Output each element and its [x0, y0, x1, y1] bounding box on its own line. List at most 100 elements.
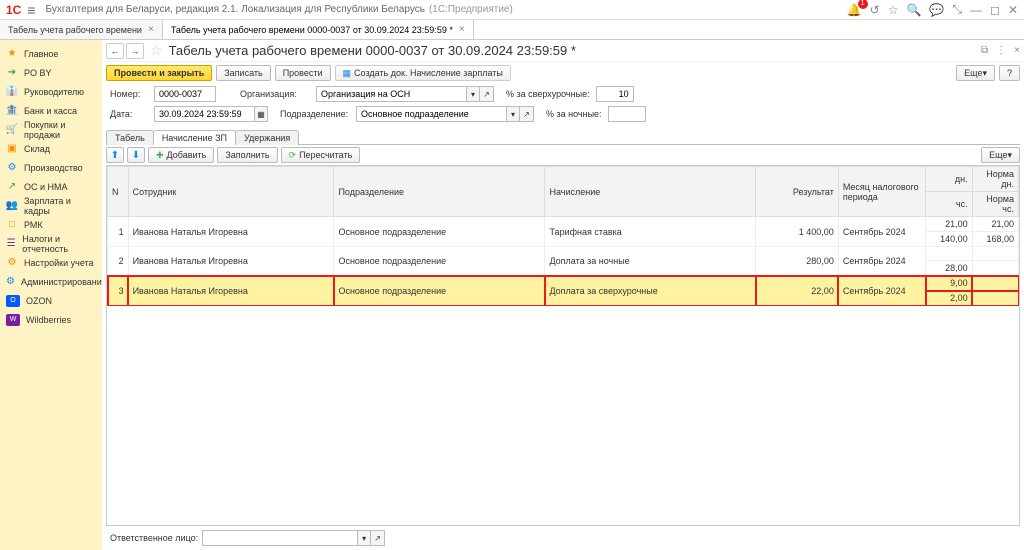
forward-button[interactable]: →: [126, 43, 144, 59]
minimize-icon[interactable]: —: [970, 3, 982, 17]
org-field[interactable]: [316, 86, 466, 102]
col-dept[interactable]: Подразделение: [334, 167, 545, 217]
chat-icon[interactable]: 💬: [929, 3, 944, 17]
plus-icon: ✚: [156, 150, 164, 161]
bell-icon[interactable]: 🔔1: [847, 3, 862, 17]
open-ref-icon[interactable]: ↗: [371, 530, 385, 546]
doc-close-icon[interactable]: ×: [1014, 45, 1020, 56]
dropdown-icon[interactable]: ▾: [357, 530, 371, 546]
table-row[interactable]: 3Иванова Наталья ИгоревнаОсновное подраз…: [108, 276, 1019, 291]
sidebar-item-9[interactable]: □ РМК: [0, 215, 102, 234]
close-icon[interactable]: ✕: [1008, 3, 1018, 17]
add-row-button[interactable]: ✚Добавить: [148, 147, 214, 163]
more-button[interactable]: Еще ▾: [956, 65, 995, 81]
col-norm-dn[interactable]: Норма дн.: [972, 167, 1018, 192]
sidebar-label: Покупки и продажи: [24, 120, 96, 140]
open-window-icon[interactable]: ⧉: [981, 45, 988, 56]
col-chs[interactable]: чс.: [926, 192, 972, 217]
sidebar-item-8[interactable]: 👥Зарплата и кадры: [0, 196, 102, 215]
responsible-field[interactable]: [202, 530, 357, 546]
table-row[interactable]: 2Иванова Наталья ИгоревнаОсновное подраз…: [108, 247, 1019, 261]
sidebar-label: Склад: [24, 144, 50, 154]
col-employee[interactable]: Сотрудник: [128, 167, 334, 217]
sidebar-icon: ⚙: [6, 162, 18, 174]
col-n[interactable]: N: [108, 167, 129, 217]
back-button[interactable]: ←: [106, 43, 124, 59]
doc-tab-0[interactable]: Табель учета рабочего времени ×: [0, 20, 163, 39]
help-button[interactable]: ?: [999, 65, 1020, 81]
sidebar-item-11[interactable]: ⚙Настройки учета: [0, 253, 102, 272]
table-more-button[interactable]: Еще ▾: [981, 147, 1020, 163]
dropdown-icon[interactable]: ▾: [506, 106, 520, 122]
doc-tab-1[interactable]: Табель учета рабочего времени 0000-0037 …: [163, 20, 474, 39]
night-field[interactable]: [608, 106, 646, 122]
sidebar-icon: 🛒: [6, 124, 18, 136]
tab-close-icon[interactable]: ×: [148, 24, 154, 35]
post-close-button[interactable]: Провести и закрыть: [106, 65, 212, 81]
col-dn[interactable]: дн.: [926, 167, 972, 192]
move-up-button[interactable]: ⬆: [106, 147, 124, 163]
dept-label: Подразделение:: [280, 109, 350, 119]
history-icon[interactable]: ↺: [870, 3, 880, 17]
sidebar-label: OZON: [26, 296, 52, 306]
post-button[interactable]: Провести: [275, 65, 331, 81]
sidebar-label: Зарплата и кадры: [24, 196, 96, 216]
sidebar-item-1[interactable]: ➔ PO BY: [0, 63, 102, 82]
recalc-button[interactable]: ⟳Пересчитать: [281, 147, 361, 163]
subtab-withholding[interactable]: Удержания: [235, 130, 299, 145]
write-button[interactable]: Записать: [216, 65, 270, 81]
sidebar-item-10[interactable]: ☰ Налоги и отчетность: [0, 234, 102, 253]
col-norm-chs[interactable]: Норма чс.: [972, 192, 1018, 217]
app-logo: 1C: [6, 3, 21, 17]
sidebar-item-3[interactable]: 🏦Банк и касса: [0, 101, 102, 120]
overtime-field[interactable]: [596, 86, 634, 102]
favorite-icon[interactable]: ☆: [150, 42, 163, 59]
dropdown-icon[interactable]: ▾: [466, 86, 480, 102]
sidebar-label: Налоги и отчетность: [22, 234, 96, 254]
sidebar-item-4[interactable]: 🛒 Покупки и продажи: [0, 120, 102, 139]
open-ref-icon[interactable]: ↗: [520, 106, 534, 122]
sidebar-item-7[interactable]: ↗ОС и НМА: [0, 177, 102, 196]
col-result[interactable]: Результат: [756, 167, 838, 217]
collapse-icon[interactable]: ⤡: [952, 2, 962, 17]
sidebar-item-14[interactable]: WWildberries: [0, 310, 102, 329]
number-field[interactable]: [154, 86, 216, 102]
sidebar-icon: ☰: [6, 238, 16, 250]
sidebar-label: ОС и НМА: [24, 182, 68, 192]
star-icon[interactable]: ☆: [888, 3, 899, 17]
col-accrual[interactable]: Начисление: [545, 167, 756, 217]
sidebar-icon: 👔: [6, 86, 18, 98]
sidebar-label: PO BY: [24, 68, 52, 78]
date-field[interactable]: [154, 106, 254, 122]
sidebar-item-12[interactable]: ⚙Администрирование: [0, 272, 102, 291]
subtab-accrual[interactable]: Начисление ЗП: [153, 130, 236, 145]
sidebar-icon: ➔: [6, 67, 18, 79]
create-doc-icon: ▦: [343, 68, 352, 79]
doc-menu-icon[interactable]: ⋮: [996, 45, 1006, 56]
burger-icon[interactable]: ≡: [27, 2, 35, 18]
subtab-timesheet[interactable]: Табель: [106, 130, 154, 145]
open-ref-icon[interactable]: ↗: [480, 86, 494, 102]
sidebar-item-0[interactable]: ★Главное: [0, 44, 102, 63]
maximize-icon[interactable]: ◻: [990, 3, 1000, 17]
col-period[interactable]: Месяц налогового периода: [838, 167, 925, 217]
org-label: Организация:: [240, 89, 310, 99]
sidebar-icon: ⚙: [6, 276, 15, 288]
move-down-button[interactable]: ⬇: [127, 147, 145, 163]
dept-field[interactable]: [356, 106, 506, 122]
sidebar-item-5[interactable]: ▣Склад: [0, 139, 102, 158]
sidebar-label: РМК: [24, 220, 43, 230]
tab-close-icon[interactable]: ×: [459, 24, 465, 35]
overtime-label: % за сверхурочные:: [506, 89, 590, 99]
sidebar-item-2[interactable]: 👔Руководителю: [0, 82, 102, 101]
create-salary-doc-button[interactable]: ▦ Создать док. Начисление зарплаты: [335, 65, 511, 81]
table-row[interactable]: 1Иванова Наталья ИгоревнаОсновное подраз…: [108, 217, 1019, 232]
search-icon[interactable]: 🔍: [906, 3, 921, 17]
sidebar-item-13[interactable]: OOZON: [0, 291, 102, 310]
refresh-icon: ⟳: [289, 150, 297, 161]
fill-button[interactable]: Заполнить: [217, 147, 277, 163]
sidebar-icon: ★: [6, 48, 18, 60]
calendar-icon[interactable]: ▦: [254, 106, 268, 122]
sidebar-icon: □: [6, 219, 18, 231]
sidebar-item-6[interactable]: ⚙Производство: [0, 158, 102, 177]
